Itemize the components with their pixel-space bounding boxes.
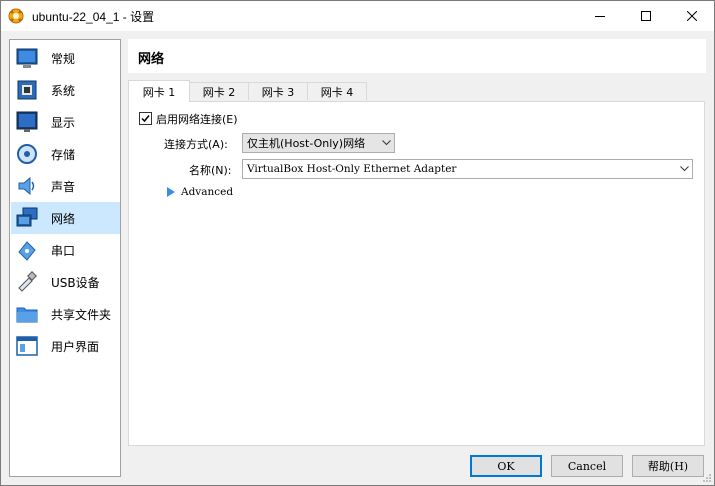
settings-window: ubuntu-22_04_1 - 设置 常规 系统 显示 存储 声音 网络 串口…: [0, 0, 715, 486]
adapter-name-select[interactable]: VirtualBox Host-Only Ethernet Adapter: [242, 159, 693, 179]
maximize-button[interactable]: [623, 1, 669, 31]
sidebar-item-label: 共享文件夹: [51, 307, 112, 322]
minimize-button[interactable]: [577, 1, 623, 31]
chevron-down-icon: [378, 134, 394, 152]
settings-sidebar: 常规 系统 显示 存储 声音 网络 串口 USB设备 共享文件夹 用户界面: [9, 39, 121, 477]
attached-to-select[interactable]: 仅主机(Host-Only)网络: [242, 133, 395, 153]
chevron-down-icon: [676, 160, 692, 178]
sidebar-item-usb[interactable]: USB设备: [11, 266, 120, 298]
sidebar-item-label: 串口: [51, 243, 76, 258]
resize-grip-icon[interactable]: [702, 473, 712, 483]
storage-icon: [17, 144, 37, 164]
sidebar-item-label: 显示: [51, 115, 76, 130]
sidebar-item-system[interactable]: 系统: [11, 74, 120, 106]
shared-folder-icon: [16, 307, 38, 323]
maximize-icon: [641, 11, 651, 21]
sidebar-item-label: 存储: [51, 147, 76, 162]
advanced-toggle[interactable]: Advanced: [167, 186, 233, 198]
adapter-name-label: 名称(N):: [189, 164, 232, 177]
audio-icon: [18, 176, 35, 196]
sidebar-item-user-interface[interactable]: 用户界面: [11, 330, 120, 362]
tab-adapter-4[interactable]: 网卡 4: [307, 82, 367, 100]
enable-adapter-label[interactable]: 启用网络连接(E): [156, 111, 238, 127]
help-button[interactable]: 帮助(H): [632, 455, 704, 477]
sidebar-item-label: 系统: [51, 83, 76, 98]
virtualbox-app-icon: [8, 8, 24, 24]
advanced-label: Advanced: [181, 186, 234, 198]
sidebar-item-storage[interactable]: 存储: [11, 138, 120, 170]
expand-arrow-icon: [167, 187, 175, 197]
enable-adapter-checkbox[interactable]: [139, 112, 152, 125]
page-title: 网络: [138, 52, 165, 67]
cancel-button[interactable]: Cancel: [551, 455, 623, 477]
minimize-icon: [595, 16, 605, 17]
adapter-panel: 启用网络连接(E) 连接方式(A): 仅主机(Host-Only)网络 名称(N…: [128, 101, 705, 446]
window-title: ubuntu-22_04_1 - 设置: [32, 10, 155, 24]
sidebar-item-shared-folders[interactable]: 共享文件夹: [11, 298, 120, 330]
serial-port-icon: [18, 241, 36, 261]
sidebar-item-display[interactable]: 显示: [11, 106, 120, 138]
sidebar-item-label: 用户界面: [51, 339, 100, 354]
sidebar-item-label: 声音: [51, 179, 76, 194]
sidebar-item-label: USB设备: [51, 275, 100, 290]
close-button[interactable]: [669, 1, 715, 31]
attached-to-label: 连接方式(A):: [164, 138, 228, 151]
usb-icon: [18, 271, 37, 292]
checkmark-icon: [141, 115, 150, 123]
sidebar-item-label: 网络: [51, 211, 76, 226]
section-header: 网络: [128, 39, 706, 73]
sidebar-item-general[interactable]: 常规: [11, 42, 120, 74]
ok-button[interactable]: OK: [470, 455, 542, 477]
network-icon: [16, 207, 38, 227]
sidebar-item-network[interactable]: 网络: [11, 202, 120, 234]
tab-adapter-2[interactable]: 网卡 2: [189, 82, 249, 100]
tab-adapter-1[interactable]: 网卡 1: [128, 80, 190, 102]
sidebar-item-serial-port[interactable]: 串口: [11, 234, 120, 266]
close-icon: [687, 11, 697, 21]
adapter-name-value: VirtualBox Host-Only Ethernet Adapter: [247, 163, 457, 175]
attached-to-value: 仅主机(Host-Only)网络: [247, 137, 366, 150]
general-icon: [16, 48, 38, 68]
system-icon: [17, 80, 37, 100]
user-interface-icon: [16, 336, 38, 356]
title-bar[interactable]: ubuntu-22_04_1 - 设置: [1, 1, 714, 31]
sidebar-item-audio[interactable]: 声音: [11, 170, 120, 202]
tab-adapter-3[interactable]: 网卡 3: [248, 82, 308, 100]
sidebar-item-label: 常规: [51, 51, 76, 66]
display-icon: [16, 111, 38, 132]
